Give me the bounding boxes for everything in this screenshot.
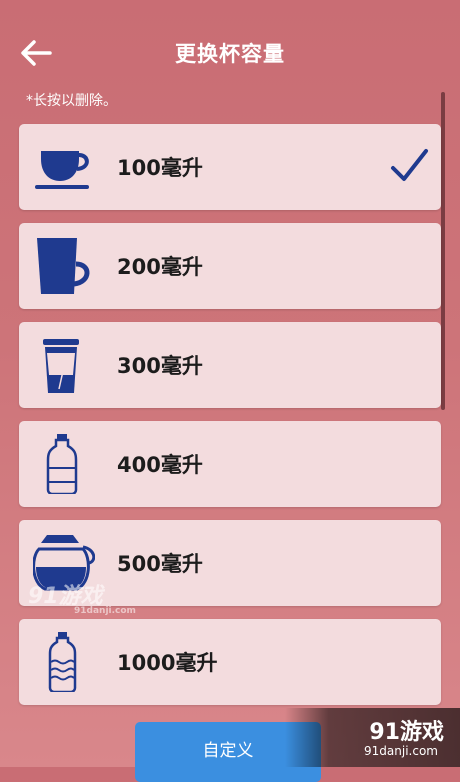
checkmark-icon: [389, 148, 429, 184]
coffee-cup-icon: [33, 137, 95, 197]
cup-option-label: 500毫升: [117, 552, 203, 576]
scrollbar[interactable]: [441, 92, 445, 410]
cup-option-200[interactable]: 200毫升: [19, 223, 441, 309]
cup-option-400[interactable]: 400毫升: [19, 421, 441, 507]
corner-logo: 91游戏 91danji.com: [285, 708, 460, 767]
page-title: 更换杯容量: [175, 42, 285, 66]
mug-icon: [33, 236, 95, 296]
cup-option-label: 400毫升: [117, 453, 203, 477]
cup-option-100[interactable]: 100毫升: [19, 124, 441, 210]
cup-size-list: 100毫升 200毫升 300毫升 400毫升 500毫升 1000毫升: [19, 124, 441, 718]
takeaway-cup-icon: [33, 335, 95, 395]
status-bar: [0, 0, 460, 8]
cup-option-label: 1000毫升: [117, 651, 218, 675]
top-bar: 更换杯容量: [0, 8, 460, 88]
hint-text: *长按以删除。: [26, 93, 117, 109]
cup-option-label: 200毫升: [117, 255, 203, 279]
cup-option-label: 300毫升: [117, 354, 203, 378]
watermark: 91游戏 91danji.com: [28, 584, 136, 616]
cup-option-300[interactable]: 300毫升: [19, 322, 441, 408]
cup-option-label: 100毫升: [117, 156, 203, 180]
cup-option-1000[interactable]: 1000毫升: [19, 619, 441, 705]
small-bottle-icon: [33, 434, 95, 494]
water-bottle-icon: [33, 632, 95, 692]
